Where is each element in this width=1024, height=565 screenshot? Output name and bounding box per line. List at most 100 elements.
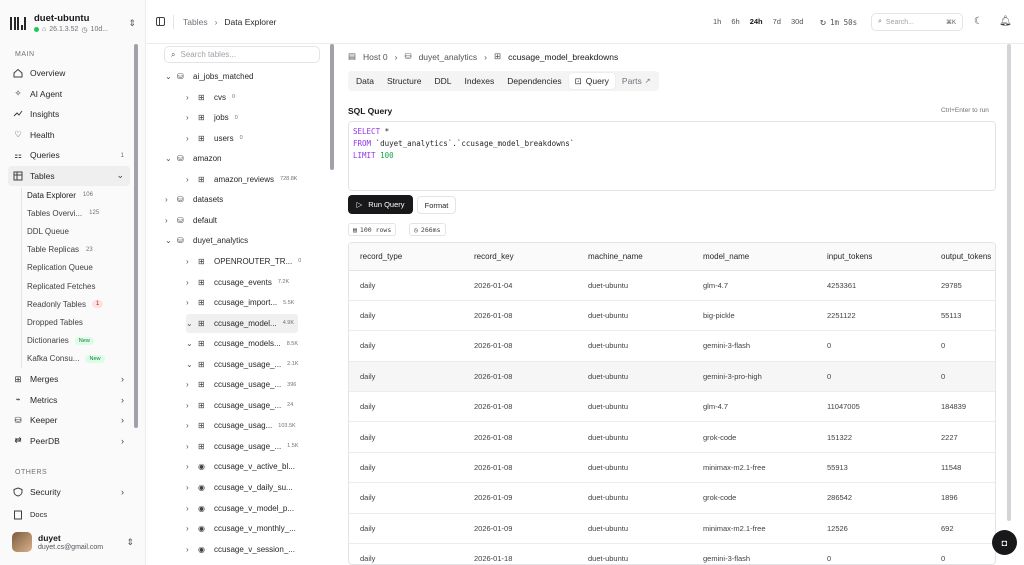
chevron-right-icon[interactable]: › (186, 93, 198, 102)
nav-item-insights[interactable]: Insights (8, 104, 130, 125)
refresh-button[interactable]: ↻ 1m 50s (820, 17, 857, 28)
tab-indexes[interactable]: Indexes (458, 73, 500, 89)
tree-row[interactable]: ⌄ ⛁ amazon (165, 149, 221, 168)
crumb-database[interactable]: duyet_analytics (419, 52, 478, 62)
chevron-right-icon[interactable]: › (165, 195, 177, 204)
sidebar-scrollbar[interactable] (134, 44, 138, 428)
tree-search-input[interactable]: ⌕ Search tables... (164, 46, 320, 63)
tree-row[interactable]: › ◉ ccusage_v_model_p... (186, 499, 294, 518)
tree-row[interactable]: ⌄ ⊞ ccusage_model... 4.9K (186, 313, 299, 333)
sub-item-table-replicas[interactable]: Table Replicas 23 (27, 241, 131, 259)
tree-row[interactable]: › ◉ ccusage_v_session_... (186, 540, 295, 559)
sub-item-dropped-tables[interactable]: Dropped Tables (27, 313, 131, 331)
chevron-right-icon[interactable]: › (186, 298, 198, 307)
table-row[interactable]: daily 2026-01-09 duet-ubuntu grok-code 28654… (349, 482, 995, 514)
tree-row[interactable]: › ⊞ ccusage_import... 5.5K (186, 293, 294, 312)
column-header[interactable]: input_tokens (816, 243, 930, 271)
nav-item-keeper[interactable]: ⛁ Keeper › (8, 410, 130, 431)
table-row[interactable]: daily 2026-01-08 duet-ubuntu grok-code 15132… (349, 421, 995, 453)
range-1h[interactable]: 1h (709, 15, 725, 28)
tree-row[interactable]: › ◉ ccusage_v_daily_su... (186, 478, 293, 497)
nav-item-queries[interactable]: ⚏ Queries 1 (8, 145, 130, 166)
nav-item-health[interactable]: ♡ Health (8, 125, 130, 146)
table-row[interactable]: daily 2026-01-09 duet-ubuntu minimax-m2.1-f… (349, 513, 995, 545)
chevron-right-icon[interactable]: › (186, 380, 198, 389)
table-row[interactable]: daily 2026-01-08 duet-ubuntu big-pickle 2251… (349, 300, 995, 332)
sql-editor[interactable]: SELECT * FROM `duyet_analytics`.`ccusage… (348, 121, 996, 191)
tab-structure[interactable]: Structure (381, 73, 428, 89)
chevron-right-icon[interactable]: › (186, 524, 198, 533)
table-row[interactable]: daily 2026-01-08 duet-ubuntu minimax-m2.1-f… (349, 452, 995, 484)
tree-row[interactable]: › ⊞ ccusage_usage_... 396 (186, 375, 296, 394)
tab-query[interactable]: ⊡ Query (568, 73, 615, 89)
tree-row[interactable]: › ◉ ccusage_v_active_bl... (186, 457, 295, 476)
range-30d[interactable]: 30d (787, 15, 808, 28)
tree-row[interactable]: › ◉ ccusage_v_monthly_... (186, 519, 296, 538)
sub-item-dictionaries[interactable]: Dictionaries New (27, 332, 131, 350)
global-search[interactable]: ⌕ Search... ⌘K (871, 13, 963, 31)
chevron-right-icon[interactable]: › (186, 483, 198, 492)
sub-item-kafka-consumers[interactable]: Kafka Consu... New (27, 350, 131, 368)
table-row[interactable]: daily 2026-01-08 duet-ubuntu gemini-3-flash… (349, 330, 995, 362)
tree-row[interactable]: › ⛁ datasets (165, 190, 223, 209)
tree-row[interactable]: › ⛁ default (165, 211, 217, 230)
range-24h[interactable]: 24h (746, 15, 767, 28)
chevron-right-icon[interactable]: › (186, 278, 198, 287)
nav-item-merges[interactable]: ⊞ Merges › (8, 369, 130, 390)
tree-row[interactable]: › ⊞ ccusage_usage_... 1.5K (186, 437, 299, 456)
sub-item-replication-queue[interactable]: Replication Queue (27, 259, 131, 277)
chevron-right-icon[interactable]: › (186, 175, 198, 184)
nav-item-tables[interactable]: Tables ⌄ (8, 165, 130, 186)
chevron-right-icon[interactable]: › (186, 462, 198, 471)
chevron-down-icon[interactable]: ⌄ (186, 319, 198, 328)
table-row[interactable]: daily 2026-01-18 duet-ubuntu gemini-3-flash… (349, 543, 995, 564)
nav-item-peerdb[interactable]: ⇄ PeerDB › (8, 431, 130, 452)
tree-scrollbar[interactable] (330, 44, 334, 170)
sub-item-ddl-queue[interactable]: DDL Queue (27, 222, 131, 240)
range-6h[interactable]: 6h (727, 15, 743, 28)
tab-ddl[interactable]: DDL (428, 73, 457, 89)
run-query-button[interactable]: ▷ Run Query (348, 195, 413, 214)
user-menu[interactable]: duyet duyet.cs@gmail.com ⇕ (12, 532, 134, 552)
chevron-right-icon[interactable]: › (186, 401, 198, 410)
sub-item-tables-overview[interactable]: Tables Overvi... 125 (27, 204, 131, 222)
nav-item-security[interactable]: Security › (8, 482, 130, 503)
tab-data[interactable]: Data (350, 73, 380, 89)
results-table[interactable]: record_type record_key machine_name model_n… (348, 242, 996, 565)
tree-row[interactable]: ⌄ ⊞ ccusage_models... 8.5K (186, 334, 298, 353)
assistant-button[interactable]: ◘ (992, 530, 1017, 555)
breadcrumb-tables[interactable]: Tables (183, 17, 208, 27)
tree-row[interactable]: ⌄ ⛁ ai_jobs_matched (165, 67, 253, 86)
chevron-down-icon[interactable]: ⌄ (165, 72, 177, 81)
table-row[interactable]: daily 2026-01-08 duet-ubuntu glm-4.7 1104700… (349, 391, 995, 423)
host-switcher[interactable]: duet-ubuntu ⌂ 26.1.3.52 ◷ 10d... ⇕ (10, 12, 136, 34)
theme-toggle-icon[interactable]: ☾ (974, 16, 983, 27)
sub-item-replicated-fetches[interactable]: Replicated Fetches (27, 277, 131, 295)
tree-row[interactable]: › ⊞ ccusage_events 7.2K (186, 273, 289, 292)
nav-item-docs[interactable]: Docs (8, 505, 130, 526)
column-header[interactable]: output_tokens (930, 243, 995, 271)
tab-dependencies[interactable]: Dependencies (501, 73, 567, 89)
bell-icon[interactable]: 🔔︎ (999, 16, 1012, 27)
tree-row[interactable]: › ⊞ OPENROUTER_TR... 0 (186, 252, 301, 271)
tree-row[interactable]: › ⊞ cvs 0 (186, 88, 235, 107)
chevron-right-icon[interactable]: › (186, 113, 198, 122)
column-header[interactable]: record_type (349, 243, 463, 271)
sub-item-readonly-tables[interactable]: Readonly Tables 1 (27, 295, 131, 313)
chevron-down-icon[interactable]: ⌄ (186, 339, 198, 348)
tree-row[interactable]: ⌄ ⛁ duyet_analytics (165, 231, 248, 250)
chevron-down-icon[interactable]: ⌄ (165, 154, 177, 163)
crumb-host[interactable]: Host 0 (363, 52, 388, 62)
sidebar-toggle-icon[interactable] (156, 17, 165, 26)
nav-item-metrics[interactable]: ⌁ Metrics › (8, 390, 130, 411)
tree-row[interactable]: › ⊞ ccusage_usage_... 24 (186, 396, 293, 415)
chevron-down-icon[interactable]: ⌄ (186, 360, 198, 369)
tree-row[interactable]: ⌄ ⊞ ccusage_usage_... 2.1K (186, 355, 299, 374)
tab-parts[interactable]: Parts ↗ (616, 73, 657, 89)
column-header[interactable]: record_key (463, 243, 577, 271)
chevron-right-icon[interactable]: › (186, 545, 198, 554)
chevron-right-icon[interactable]: › (165, 216, 177, 225)
chevron-right-icon[interactable]: › (186, 421, 198, 430)
range-7d[interactable]: 7d (769, 15, 785, 28)
column-header[interactable]: model_name (692, 243, 816, 271)
